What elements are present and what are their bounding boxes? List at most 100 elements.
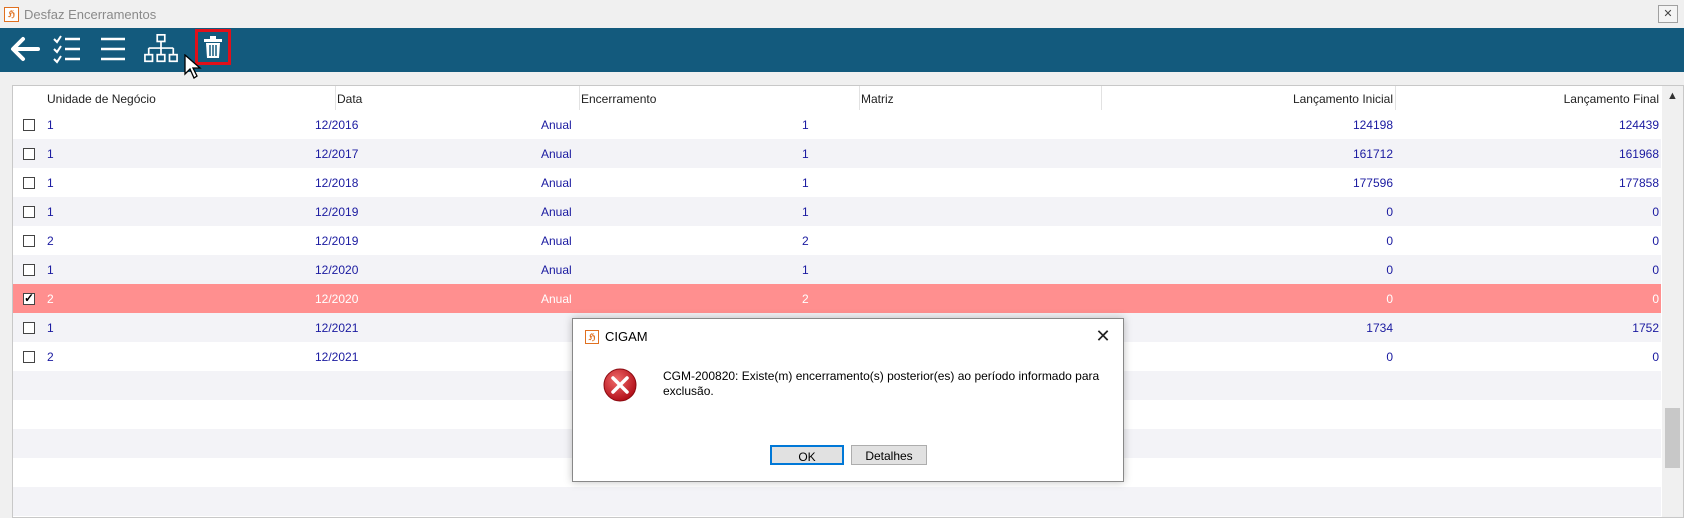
- cell-lancamento-final: 0: [1652, 205, 1659, 219]
- cell-unidade: 2: [47, 234, 54, 248]
- cell-lancamento-inicial: 124198: [1352, 118, 1393, 132]
- row-checkbox[interactable]: [23, 177, 35, 189]
- trash-icon: [204, 36, 222, 58]
- dialog-close-button[interactable]: ✕: [1093, 326, 1113, 346]
- cell-lancamento-final: 0: [1652, 292, 1659, 306]
- hierarchy-button[interactable]: [144, 32, 178, 66]
- row-checkbox[interactable]: [23, 148, 35, 160]
- cell-lancamento-final: 0: [1652, 263, 1659, 277]
- table-row[interactable]: 1 12/2020 Anual 1 0 0: [13, 255, 1661, 284]
- cell-matriz: 1: [802, 205, 809, 219]
- cell-lancamento-inicial: 0: [1386, 205, 1393, 219]
- row-checkbox[interactable]: [23, 322, 35, 334]
- details-button[interactable]: Detalhes: [851, 445, 927, 465]
- hierarchy-icon: [144, 33, 178, 63]
- toolbar: [0, 28, 1684, 72]
- table-row[interactable]: 1 12/2019 Anual 1 0 0: [13, 197, 1661, 226]
- list-button[interactable]: [96, 32, 130, 66]
- col-header-unidade[interactable]: Unidade de Negócio: [47, 92, 156, 106]
- row-checkbox[interactable]: [23, 206, 35, 218]
- row-checkbox[interactable]: [23, 264, 35, 276]
- cell-data: 12/2019: [315, 234, 359, 248]
- cell-lancamento-final: 0: [1652, 234, 1659, 248]
- cell-data: 12/2021: [315, 350, 359, 364]
- scroll-thumb[interactable]: [1665, 408, 1680, 468]
- grid-header: Unidade de Negócio Data Encerramento Mat…: [13, 86, 1661, 110]
- cell-unidade: 1: [47, 321, 54, 335]
- error-dialog: ℌ CIGAM ✕ CGM-200820: Existe(m) encerram…: [572, 318, 1124, 482]
- cell-lancamento-final: 177858: [1618, 176, 1659, 190]
- table-row[interactable]: 2 12/2020 Anual 2 0 0: [13, 284, 1661, 313]
- cell-matriz: 1: [802, 118, 809, 132]
- cell-matriz: 1: [802, 147, 809, 161]
- cell-lancamento-inicial: 0: [1386, 263, 1393, 277]
- cell-encerramento: Anual: [541, 263, 572, 277]
- row-checkbox[interactable]: [23, 351, 35, 363]
- table-row[interactable]: 1 12/2018 Anual 1 177596 177858: [13, 168, 1661, 197]
- cell-data: 12/2021: [315, 321, 359, 335]
- dialog-title: CIGAM: [605, 329, 648, 344]
- col-header-data[interactable]: Data: [337, 92, 362, 106]
- cell-encerramento: Anual: [541, 118, 572, 132]
- cell-unidade: 1: [47, 263, 54, 277]
- empty-row: [13, 487, 1661, 516]
- cell-unidade: 1: [47, 147, 54, 161]
- list-icon: [101, 37, 125, 61]
- cell-unidade: 2: [47, 292, 54, 306]
- cell-unidade: 1: [47, 176, 54, 190]
- row-checkbox[interactable]: [23, 291, 35, 305]
- cell-data: 12/2019: [315, 205, 359, 219]
- table-row[interactable]: 2 12/2019 Anual 2 0 0: [13, 226, 1661, 255]
- back-button[interactable]: [8, 32, 42, 66]
- app-logo-icon: ℌ: [585, 330, 599, 344]
- window-title: Desfaz Encerramentos: [24, 7, 157, 22]
- cell-data: 12/2017: [315, 147, 359, 161]
- cell-encerramento: Anual: [541, 234, 572, 248]
- ok-button[interactable]: OK: [770, 445, 844, 465]
- cell-data: 12/2018: [315, 176, 359, 190]
- cell-lancamento-inicial: 0: [1386, 292, 1393, 306]
- col-header-matriz[interactable]: Matriz: [861, 92, 894, 106]
- cell-encerramento: Anual: [541, 292, 572, 306]
- cell-lancamento-final: 161968: [1618, 147, 1659, 161]
- cell-lancamento-inicial: 161712: [1352, 147, 1393, 161]
- cell-unidade: 1: [47, 205, 54, 219]
- cell-lancamento-final: 1752: [1632, 321, 1659, 335]
- cell-matriz: 2: [802, 234, 809, 248]
- window-close-button[interactable]: ✕: [1658, 5, 1678, 23]
- cell-data: 12/2020: [315, 292, 359, 306]
- error-icon: [603, 368, 637, 402]
- row-checkbox[interactable]: [23, 235, 35, 247]
- select-all-button[interactable]: [50, 32, 84, 66]
- dialog-titlebar: ℌ CIGAM ✕: [573, 319, 1123, 353]
- cell-encerramento: Anual: [541, 147, 572, 161]
- scroll-up-icon[interactable]: ▲: [1662, 86, 1683, 107]
- cell-matriz: 1: [802, 263, 809, 277]
- cell-lancamento-final: 0: [1652, 350, 1659, 364]
- cell-data: 12/2016: [315, 118, 359, 132]
- row-checkbox[interactable]: [23, 119, 35, 131]
- cell-unidade: 2: [47, 350, 54, 364]
- cell-lancamento-inicial: 177596: [1352, 176, 1393, 190]
- col-header-lancamento-final[interactable]: Lançamento Final: [1397, 92, 1659, 106]
- col-header-encerramento[interactable]: Encerramento: [581, 92, 656, 106]
- cell-lancamento-inicial: 0: [1386, 350, 1393, 364]
- cell-encerramento: Anual: [541, 176, 572, 190]
- mouse-cursor-icon: [184, 54, 202, 79]
- cell-lancamento-inicial: 0: [1386, 234, 1393, 248]
- cell-matriz: 2: [802, 292, 809, 306]
- cell-encerramento: Anual: [541, 205, 572, 219]
- dialog-message: CGM-200820: Existe(m) encerramento(s) po…: [663, 369, 1100, 398]
- table-row[interactable]: 1 12/2016 Anual 1 124198 124439: [13, 110, 1661, 139]
- cell-lancamento-final: 124439: [1618, 118, 1659, 132]
- cell-unidade: 1: [47, 118, 54, 132]
- window-titlebar: ℌ Desfaz Encerramentos ✕: [0, 0, 1684, 29]
- cell-data: 12/2020: [315, 263, 359, 277]
- cell-lancamento-inicial: 1734: [1366, 321, 1393, 335]
- vertical-scrollbar[interactable]: ▲: [1662, 86, 1683, 517]
- checklist-icon: [53, 35, 80, 64]
- cell-matriz: 1: [802, 176, 809, 190]
- app-logo-icon: ℌ: [4, 7, 19, 22]
- col-header-lancamento-inicial[interactable]: Lançamento Inicial: [1103, 92, 1393, 106]
- table-row[interactable]: 1 12/2017 Anual 1 161712 161968: [13, 139, 1661, 168]
